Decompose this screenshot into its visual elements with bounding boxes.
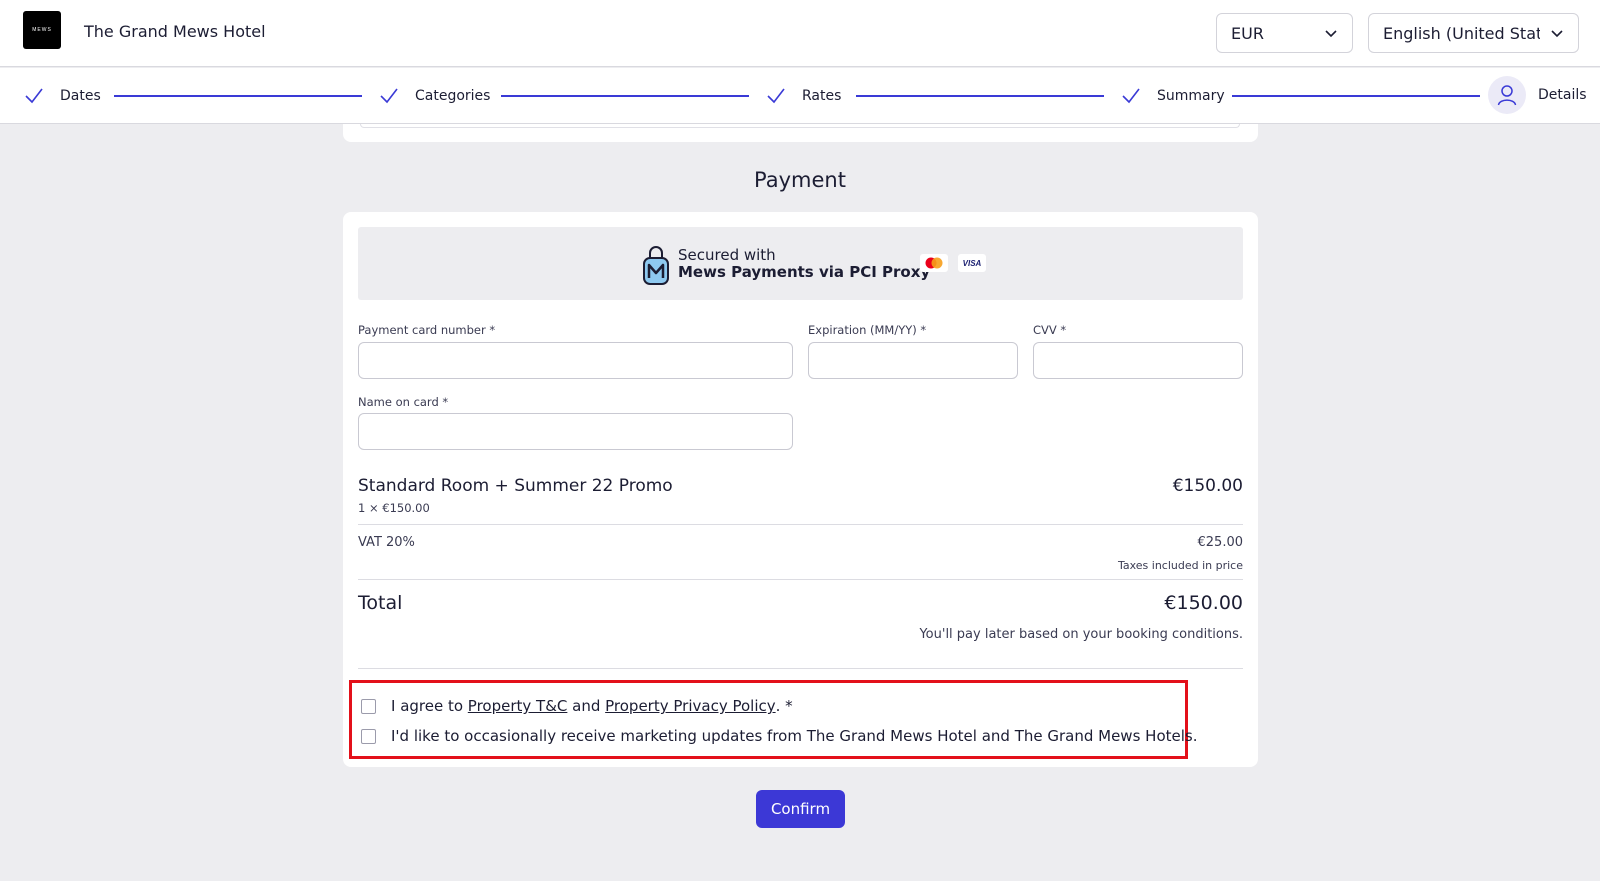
card-number-label: Payment card number * — [358, 323, 496, 337]
order-item-title: Standard Room + Summer 22 Promo — [358, 476, 673, 496]
expiration-input[interactable] — [808, 342, 1018, 379]
cvv-label: CVV * — [1033, 323, 1067, 337]
lock-icon — [643, 246, 669, 285]
terms-checkbox[interactable] — [361, 698, 376, 714]
total-value: €150.00 — [1164, 592, 1243, 614]
step-label: Rates — [802, 88, 842, 104]
check-icon — [25, 88, 43, 104]
vat-value: €25.00 — [1197, 535, 1244, 550]
tax-note: Taxes included in price — [1117, 559, 1243, 572]
vat-label: VAT 20% — [358, 535, 415, 550]
marketing-text: I'd like to occasionally receive marketi… — [391, 727, 1198, 745]
previous-section-card — [343, 124, 1258, 142]
currency-value: EUR — [1231, 23, 1264, 43]
language-select[interactable]: English (United Stat... — [1368, 13, 1579, 53]
step-rates[interactable]: Rates — [766, 68, 841, 124]
secure-line2: Mews Payments via PCI Proxy — [678, 263, 931, 281]
secure-text: Secured with Mews Payments via PCI Proxy — [678, 247, 930, 281]
mastercard-icon — [920, 254, 948, 272]
order-item-price: €150.00 — [1172, 476, 1243, 496]
mews-logo[interactable]: MEWS — [23, 11, 61, 49]
order-item-quantity: 1 × €150.00 — [358, 501, 430, 515]
hotel-name: The Grand Mews Hotel — [84, 22, 266, 41]
logo-text: MEWS — [32, 27, 52, 33]
terms-consent-row: I agree to Property T&C and Property Pri… — [361, 697, 793, 715]
marketing-consent-row: I'd like to occasionally receive marketi… — [361, 727, 1197, 745]
step-details-indicator — [1488, 76, 1526, 114]
cvv-input[interactable] — [1033, 342, 1243, 379]
secure-banner: Secured with Mews Payments via PCI Proxy… — [358, 227, 1243, 300]
step-connector — [501, 95, 749, 97]
divider — [358, 579, 1243, 580]
chevron-down-icon — [1325, 30, 1337, 38]
visa-icon: VISA — [958, 254, 986, 272]
secure-line1: Secured with — [678, 246, 776, 264]
name-on-card-input[interactable] — [358, 413, 793, 450]
payment-card: Secured with Mews Payments via PCI Proxy… — [343, 212, 1258, 767]
property-tc-link[interactable]: Property T&C — [468, 697, 568, 715]
header: MEWS The Grand Mews Hotel EUR English (U… — [0, 0, 1600, 67]
user-icon — [1497, 85, 1517, 106]
marketing-checkbox[interactable] — [361, 728, 376, 744]
terms-suffix: . * — [775, 697, 793, 715]
check-icon — [1122, 88, 1140, 104]
consent-highlight: I agree to Property T&C and Property Pri… — [349, 680, 1197, 759]
divider — [358, 668, 1243, 669]
card-number-input[interactable] — [358, 342, 793, 379]
step-dates[interactable]: Dates — [24, 68, 101, 124]
confirm-button[interactable]: Confirm — [756, 790, 845, 828]
step-label: Dates — [60, 88, 101, 104]
check-icon — [380, 88, 398, 104]
step-connector — [1232, 95, 1480, 97]
step-details-label: Details — [1538, 87, 1587, 103]
visa-label: VISA — [962, 258, 982, 268]
terms-and: and — [567, 697, 606, 715]
language-value: English (United Stat... — [1383, 23, 1540, 43]
privacy-policy-link[interactable]: Property Privacy Policy — [605, 697, 775, 715]
step-connector — [856, 95, 1104, 97]
booking-stepper: Dates Categories Rates Summary — [0, 68, 1600, 124]
payment-title: Payment — [754, 168, 846, 192]
currency-select[interactable]: EUR — [1216, 13, 1353, 53]
step-connector — [114, 95, 362, 97]
name-on-card-label: Name on card * — [358, 395, 449, 409]
total-label: Total — [358, 592, 403, 614]
step-label: Summary — [1157, 88, 1225, 104]
expiration-label: Expiration (MM/YY) * — [808, 323, 927, 337]
payment-note: You'll pay later based on your booking c… — [919, 627, 1243, 642]
check-icon — [767, 88, 785, 104]
step-summary[interactable]: Summary — [1121, 68, 1225, 124]
step-label: Categories — [415, 88, 491, 104]
step-categories[interactable]: Categories — [379, 68, 490, 124]
chevron-down-icon — [1551, 30, 1563, 38]
divider — [358, 524, 1243, 525]
terms-prefix: I agree to — [391, 697, 468, 715]
